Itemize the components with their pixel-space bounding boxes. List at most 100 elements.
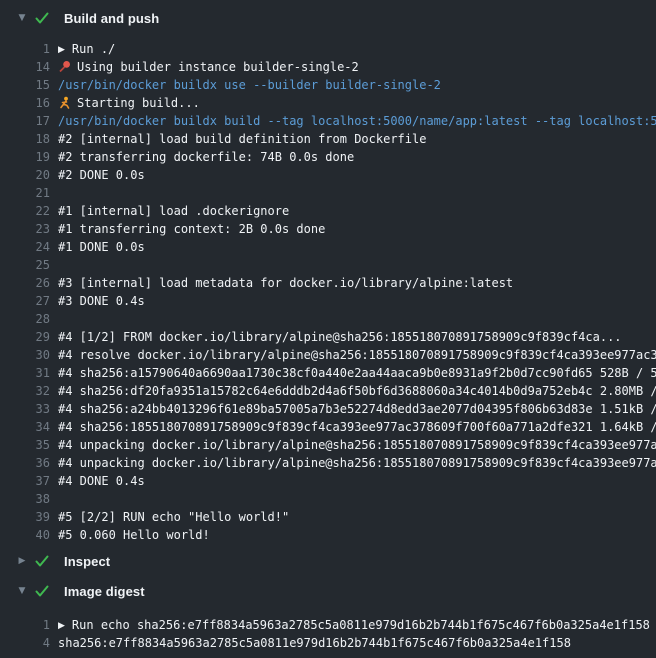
success-icon [34, 553, 56, 569]
line-number[interactable]: 18 [0, 130, 50, 148]
line-number[interactable]: 17 [0, 112, 50, 130]
line-number[interactable]: 20 [0, 166, 50, 184]
line-number[interactable]: 19 [0, 148, 50, 166]
line-number[interactable]: 26 [0, 274, 50, 292]
log-command-text: /usr/bin/docker buildx build --tag local… [58, 112, 656, 130]
log-line: 1 ▶Run echo sha256:e7ff8834a5963a2785c5a0… [0, 616, 656, 634]
log-line: 38 [0, 490, 656, 508]
log-text: #2 transferring dockerfile: 74B 0.0s don… [58, 148, 656, 166]
section-header-image-digest[interactable]: ▼ Image digest [0, 576, 656, 606]
log-line: 35 #4 unpacking docker.io/library/alpine@… [0, 436, 656, 454]
chevron-down-icon[interactable]: ▼ [10, 3, 34, 33]
log-line: 24 #1 DONE 0.0s [0, 238, 656, 256]
log-text [58, 184, 656, 202]
log-text: ▶Run ./ [58, 40, 656, 58]
section-title: Build and push [64, 11, 159, 26]
line-number[interactable]: 1 [0, 40, 50, 58]
line-number[interactable]: 32 [0, 382, 50, 400]
log-line: 19 #2 transferring dockerfile: 74B 0.0s d… [0, 148, 656, 166]
log-text: Using builder instance builder-single-2 [58, 58, 656, 76]
log-line: 15/usr/bin/docker buildx use --builder b… [0, 76, 656, 94]
log-line: 36 #4 unpacking docker.io/library/alpine@… [0, 454, 656, 472]
expand-group-arrow-icon[interactable]: ▶ [58, 41, 65, 58]
log-text: #2 DONE 0.0s [58, 166, 656, 184]
line-number[interactable]: 22 [0, 202, 50, 220]
line-number[interactable]: 27 [0, 292, 50, 310]
log-command-text: /usr/bin/docker buildx use --builder bui… [58, 76, 656, 94]
log-line: 25 [0, 256, 656, 274]
line-number[interactable]: 25 [0, 256, 50, 274]
success-icon [34, 10, 56, 26]
log-text: #4 unpacking docker.io/library/alpine@sh… [58, 436, 656, 454]
log-line: 21 [0, 184, 656, 202]
log-line: 31 #4 sha256:a15790640a6690aa1730c38cf0a4… [0, 364, 656, 382]
line-number[interactable]: 37 [0, 472, 50, 490]
log-line: 40 #5 0.060 Hello world! [0, 526, 656, 544]
line-number[interactable]: 1 [0, 616, 50, 634]
section-build-and-push: ▼ Build and push 1 ▶Run ./ 14 Using builder… [0, 3, 656, 544]
log-line: 30#4 resolve docker.io/library/alpine@sh… [0, 346, 656, 364]
log-line: 22 #1 [internal] load .dockerignore [0, 202, 656, 220]
log-text [58, 256, 656, 274]
log-text: #3 DONE 0.4s [58, 292, 656, 310]
log-text [58, 490, 656, 508]
log-line: 34 #4 sha256:185518070891758909c9f839cf4c… [0, 418, 656, 436]
log-text: #4 DONE 0.4s [58, 472, 656, 490]
log-line: 18 #2 [internal] load build definition fr… [0, 130, 656, 148]
line-number[interactable]: 14 [0, 58, 50, 76]
log-line: 20 #2 DONE 0.0s [0, 166, 656, 184]
log-text: ▶Run echo sha256:e7ff8834a5963a2785c5a08… [58, 616, 656, 634]
line-number[interactable]: 21 [0, 184, 50, 202]
section-header-build-and-push[interactable]: ▼ Build and push [0, 3, 656, 33]
line-number[interactable]: 23 [0, 220, 50, 238]
line-number[interactable]: 24 [0, 238, 50, 256]
log-text: #4 sha256:a15790640a6690aa1730c38cf0a440… [58, 364, 656, 382]
line-number[interactable]: 31 [0, 364, 50, 382]
expand-group-arrow-icon[interactable]: ▶ [58, 617, 65, 634]
log-text: #5 0.060 Hello world! [58, 526, 656, 544]
log-text: #1 transferring context: 2B 0.0s done [58, 220, 656, 238]
log-text: #4 sha256:185518070891758909c9f839cf4ca3… [58, 418, 656, 436]
log-text: #4 [1/2] FROM docker.io/library/alpine@s… [58, 328, 656, 346]
line-number[interactable]: 35 [0, 436, 50, 454]
log-text: #4 unpacking docker.io/library/alpine@sh… [58, 454, 656, 472]
line-number[interactable]: 36 [0, 454, 50, 472]
chevron-right-icon[interactable]: ▶ [10, 546, 34, 576]
line-number[interactable]: 16 [0, 94, 50, 112]
runner-icon [58, 96, 73, 112]
line-number[interactable]: 15 [0, 76, 50, 94]
line-number[interactable]: 38 [0, 490, 50, 508]
log-line: 37 #4 DONE 0.4s [0, 472, 656, 490]
log-text: #1 DONE 0.0s [58, 238, 656, 256]
log-text: Starting build... [58, 94, 656, 112]
section-title: Inspect [64, 554, 110, 569]
section-title: Image digest [64, 584, 145, 599]
line-number[interactable]: 30 [0, 346, 50, 364]
section-inspect: ▶ Inspect [0, 546, 656, 576]
line-number[interactable]: 40 [0, 526, 50, 544]
line-number[interactable]: 29 [0, 328, 50, 346]
line-number[interactable]: 39 [0, 508, 50, 526]
section-header-inspect[interactable]: ▶ Inspect [0, 546, 656, 576]
log-text: #5 [2/2] RUN echo "Hello world!" [58, 508, 656, 526]
log-text: #3 [internal] load metadata for docker.i… [58, 274, 656, 292]
success-icon [34, 583, 56, 599]
line-number[interactable]: 34 [0, 418, 50, 436]
log-text: #1 [internal] load .dockerignore [58, 202, 656, 220]
log-line: 27 #3 DONE 0.4s [0, 292, 656, 310]
line-number[interactable]: 33 [0, 400, 50, 418]
log-line: 1 ▶Run ./ [0, 40, 656, 58]
log-line: 16 Starting build... [0, 94, 656, 112]
log-text: #2 [internal] load build definition from… [58, 130, 656, 148]
section-image-digest: ▼ Image digest 1 ▶Run echo sha256:e7ff883… [0, 576, 656, 652]
log-line: 29 #4 [1/2] FROM docker.io/library/alpine… [0, 328, 656, 346]
log-line: 28 [0, 310, 656, 328]
log-text: #4 sha256:df20fa9351a15782c64e6dddb2d4a6… [58, 382, 656, 400]
line-number[interactable]: 28 [0, 310, 50, 328]
log-line: 39 #5 [2/2] RUN echo "Hello world!" [0, 508, 656, 526]
log-text: #4 sha256:a24bb4013296f61e89ba57005a7b3e… [58, 400, 656, 418]
line-number[interactable]: 4 [0, 634, 50, 652]
chevron-down-icon[interactable]: ▼ [10, 576, 34, 606]
log-line: 17/usr/bin/docker buildx build --tag loc… [0, 112, 656, 130]
pushpin-icon [58, 60, 73, 76]
